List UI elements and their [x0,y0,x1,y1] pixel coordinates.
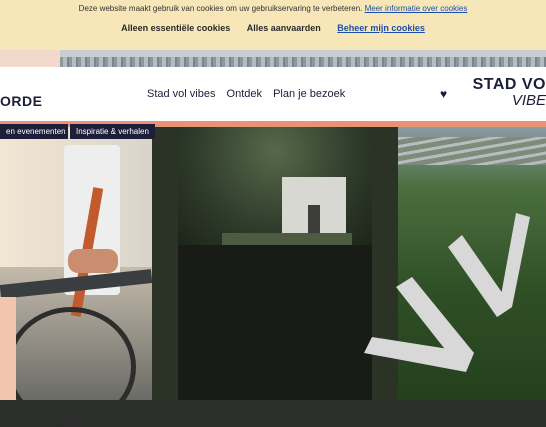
brand-tagline: STAD VO VIBE [473,77,546,109]
nav-item-ontdek[interactable]: Ontdek [227,88,262,100]
tab-events[interactable]: en evenementen [0,124,68,139]
tab-inspiration[interactable]: Inspiratie & verhalen [70,124,155,139]
nav-item-plan-je-bezoek[interactable]: Plan je bezoek [273,88,345,100]
hero-collage [0,127,546,427]
brand-line-1: STAD VO [472,76,546,93]
main-nav: Stad vol vibes Ontdek Plan je bezoek [147,88,353,100]
chevron-right-stroke [497,213,530,317]
nav-item-stad-vol-vibes[interactable]: Stad vol vibes [147,88,215,100]
skyline-photo [0,50,546,67]
cookie-actions: Alleen essentiële cookies Alles aanvaard… [0,23,546,33]
cookie-message: Deze website maakt gebruik van cookies o… [0,4,546,14]
heart-icon[interactable]: ♥ [440,87,447,101]
cookie-info-link[interactable]: Meer informatie over cookies [365,4,468,13]
chevron-graphic [364,213,530,372]
brand-line-2: VIBE [511,92,546,109]
accept-all-cookies-button[interactable]: Alles aanvaarden [247,23,321,33]
cookie-banner: Deze website maakt gebruik van cookies o… [0,0,546,50]
site-header: ORDE Stad vol vibes Ontdek Plan je bezoe… [0,67,546,121]
cookie-message-text: Deze website maakt gebruik van cookies o… [78,4,363,13]
essential-cookies-button[interactable]: Alleen essentiële cookies [121,23,230,33]
skyline-buildings [60,57,546,67]
site-logo[interactable]: ORDE [0,93,42,109]
manage-cookies-link[interactable]: Beheer mijn cookies [337,23,425,33]
